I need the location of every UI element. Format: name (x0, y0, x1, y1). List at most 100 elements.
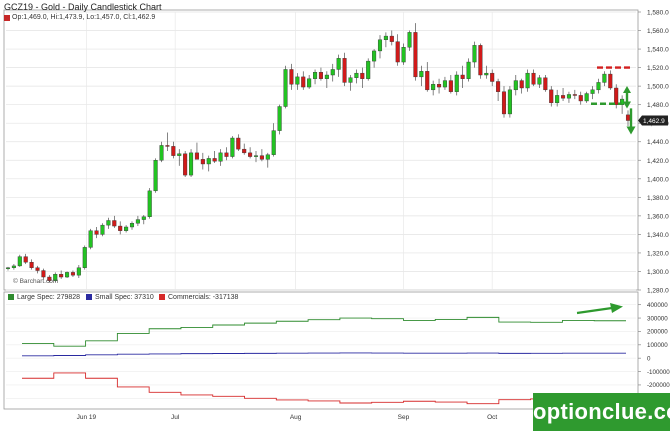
chart-canvas: 1,580.0 1,560.0 1,540.0 1,520.0 1,500.0 1,480… (3, 10, 670, 421)
candle-body (383, 35, 388, 41)
price-tick-label: 1,380.0 (647, 195, 669, 202)
candle-body (472, 45, 477, 63)
price-tick-label: 1,300.0 (647, 269, 669, 276)
price-axis: 1,580.0 1,560.0 1,540.0 1,520.0 1,500.0 1,480… (638, 10, 669, 295)
candle-body (608, 73, 613, 89)
candle-body (543, 77, 548, 91)
cot-tick-label: 400000 (647, 302, 668, 309)
cot-tick-label: 100000 (647, 342, 668, 349)
candle-body (324, 74, 329, 79)
candle-body (189, 152, 194, 176)
price-tick-label: 1,280.0 (647, 288, 669, 295)
candle-body (437, 84, 442, 88)
candle-body (248, 152, 253, 157)
candle-body (431, 84, 436, 91)
candle-body (442, 80, 447, 88)
candle-body (614, 87, 619, 105)
candle-body (336, 58, 341, 70)
candle (230, 136, 235, 159)
candle-body (271, 130, 276, 155)
chart-title: GCZ19 - Gold - Daily Candlestick Chart (4, 2, 162, 12)
price-tick-label: 1,480.0 (647, 102, 669, 109)
candle-body (194, 152, 199, 160)
candle-body (65, 272, 70, 278)
legend-small-spec[interactable]: Small Spec: 37310 (86, 294, 154, 301)
candle-body (76, 267, 81, 276)
candle (183, 151, 188, 177)
candle-body (82, 247, 87, 268)
candle-body (236, 137, 241, 150)
candle-body (372, 50, 377, 62)
time-tick-label: Jul (171, 414, 180, 421)
legend-large-spec[interactable]: Large Spec: 279828 (8, 294, 80, 301)
candle-body (165, 145, 170, 147)
candle (82, 245, 87, 270)
candle-body (283, 69, 288, 107)
legend-commercials[interactable]: Commercials: -317138 (159, 294, 238, 301)
candle-body (395, 41, 400, 63)
candle-body (625, 114, 631, 121)
candle-body (11, 265, 16, 268)
candle-body (277, 106, 282, 131)
candle-body (584, 93, 589, 102)
candle-body (572, 94, 577, 96)
time-tick-label: Oct (487, 414, 497, 421)
brand-label: optionclue.com (533, 399, 670, 424)
candle-body (59, 274, 64, 278)
candle-body (177, 153, 182, 156)
candle-body (141, 216, 146, 220)
candle-body (218, 152, 223, 162)
candle-body (224, 152, 229, 157)
time-tick-label: Sep (398, 414, 410, 421)
candle-body (478, 45, 483, 76)
price-tick-label: 1,360.0 (647, 213, 669, 220)
candle-body (94, 230, 99, 235)
candle-body (118, 225, 123, 231)
cot-tick-label: -200000 (647, 382, 670, 389)
candle-body (448, 80, 453, 92)
candle-body (513, 80, 518, 91)
candle-body (212, 158, 217, 162)
candle-body (561, 95, 566, 99)
candle-body (307, 78, 312, 88)
candle-body (348, 77, 353, 83)
candle-body (147, 190, 152, 217)
candle (366, 58, 371, 81)
price-tick-label: 1,440.0 (647, 139, 669, 146)
price-tick-label: 1,320.0 (647, 250, 669, 257)
candle-body (507, 89, 512, 115)
price-tick-label: 1,500.0 (647, 84, 669, 91)
candle-body (35, 267, 40, 271)
candle-body (124, 226, 129, 231)
candle-body (17, 256, 22, 267)
ohlc-swatch (4, 15, 10, 21)
candle (189, 149, 194, 177)
candle-body (454, 74, 459, 92)
time-tick-label: Aug (290, 414, 302, 421)
candle-body (496, 81, 501, 92)
candle-body (153, 160, 158, 192)
candle (65, 271, 70, 278)
candle-body (525, 72, 530, 89)
candle-body (183, 153, 188, 176)
candle-body (5, 267, 11, 269)
large-spec-swatch (8, 294, 14, 300)
candle-body (259, 155, 264, 160)
candle-body (159, 145, 164, 161)
candle-body (265, 154, 270, 160)
candle-body (295, 76, 300, 85)
candle-body (242, 148, 247, 154)
candle-body (200, 159, 205, 165)
candle-body (484, 72, 489, 76)
ohlc-readout: Op:1,469.0, Hi:1,473.9, Lo:1,457.0, Cl:1… (12, 14, 156, 21)
time-axis: Jun 19 Jul Aug Sep Oct (77, 414, 498, 421)
candle-body (366, 60, 371, 79)
candle-body (519, 80, 524, 89)
candle-body (230, 137, 235, 157)
candle-body (596, 82, 601, 91)
candle-body (70, 272, 75, 276)
cot-tick-label: 300000 (647, 315, 668, 322)
candle (454, 71, 459, 96)
candle-body (490, 72, 495, 82)
candle-body (206, 158, 211, 165)
